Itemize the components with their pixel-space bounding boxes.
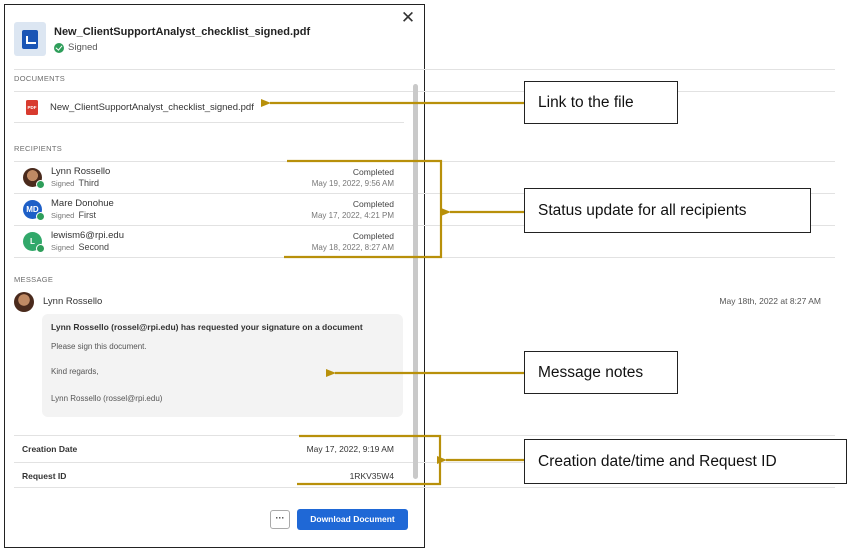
callout-message: Message notes bbox=[524, 351, 678, 394]
callout-meta: Creation date/time and Request ID bbox=[524, 439, 847, 484]
callout-recipients: Status update for all recipients bbox=[524, 188, 811, 233]
callout-file-link: Link to the file bbox=[524, 81, 678, 124]
recipients-bracket bbox=[284, 159, 443, 259]
meta-bracket bbox=[297, 434, 442, 486]
